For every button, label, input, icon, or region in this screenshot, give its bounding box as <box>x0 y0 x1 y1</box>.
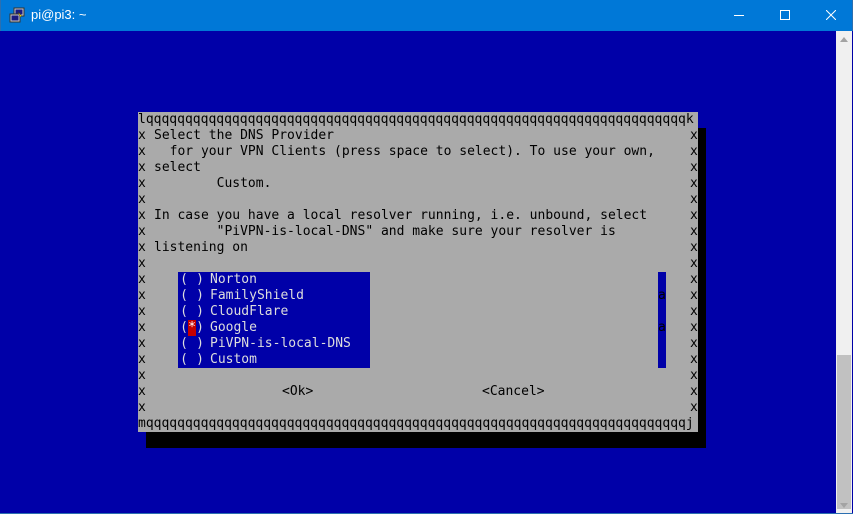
list-scroll-marker: a <box>658 288 666 303</box>
minimize-icon <box>734 15 744 16</box>
close-icon <box>826 10 836 20</box>
radio-button[interactable] <box>188 352 196 368</box>
dialog-border-left: x <box>138 224 146 239</box>
dialog-border-left: x <box>138 288 146 303</box>
dialog-border-right: x <box>690 256 698 271</box>
dialog-border-left: x <box>138 320 146 335</box>
dialog-border-left: x <box>138 400 146 415</box>
close-button[interactable] <box>808 0 853 31</box>
dialog-border-top: lqqqqqqqqqqqqqqqqqqqqqqqqqqqqqqqqqqqqqqq… <box>138 112 694 127</box>
dialog-border-right: x <box>690 192 698 207</box>
maximize-button[interactable] <box>762 0 808 31</box>
cancel-button[interactable]: <Cancel> <box>482 384 545 400</box>
dialog-border-left: x <box>138 240 146 255</box>
dialog-border-right: x <box>690 368 698 383</box>
dialog-border-right: x <box>690 208 698 223</box>
scroll-up-icon[interactable] <box>840 37 848 42</box>
radio-button[interactable] <box>188 336 196 352</box>
dialog-border-right: x <box>690 400 698 415</box>
dialog-border-left: x <box>138 272 146 287</box>
dialog-text-line: listening on <box>154 240 248 255</box>
scroll-down-icon[interactable] <box>840 503 848 508</box>
maximize-icon <box>780 10 790 20</box>
option-cloudflare[interactable]: ( ) CloudFlare <box>180 304 368 320</box>
dialog-border-left: x <box>138 128 146 143</box>
radio-button[interactable] <box>188 304 196 320</box>
dns-provider-list[interactable]: ( ) Norton ( ) FamilyShield ( ) CloudFla… <box>178 272 370 368</box>
dialog-text-line: select <box>154 160 201 175</box>
dialog-border-right: x <box>690 144 698 159</box>
dialog-border-left: x <box>138 176 146 191</box>
option-familyshield[interactable]: ( ) FamilyShield <box>180 288 368 304</box>
option-label: Norton <box>210 272 257 287</box>
dialog-border-right: x <box>690 352 698 367</box>
dialog-border-left: x <box>138 160 146 175</box>
list-scroll-marker: a <box>658 320 666 335</box>
option-label: Custom <box>210 352 257 367</box>
dialog-border-left: x <box>138 336 146 351</box>
dialog-border-right: x <box>690 176 698 191</box>
radio-button[interactable] <box>188 288 196 304</box>
dialog-border-left: x <box>138 304 146 319</box>
dialog-border-bottom: mqqqqqqqqqqqqqqqqqqqqqqqqqqqqqqqqqqqqqqq… <box>138 416 694 431</box>
dialog-border-right: x <box>690 384 698 399</box>
dialog-border-left: x <box>138 144 146 159</box>
dialog-text-line: In case you have a local resolver runnin… <box>154 208 648 223</box>
dialog-text-line: Select the DNS Provider <box>154 128 335 143</box>
scroll-thumb[interactable] <box>837 355 851 509</box>
dialog-border-left: x <box>138 384 146 399</box>
dialog-border-right: x <box>690 320 698 335</box>
option-custom[interactable]: ( ) Custom <box>180 352 368 368</box>
minimize-button[interactable] <box>716 0 762 31</box>
radio-button-selected[interactable]: * <box>188 320 196 336</box>
window-title: pi@pi3: ~ <box>31 7 87 22</box>
dialog-border-left: x <box>138 208 146 223</box>
option-google[interactable]: (*) Google <box>180 320 368 336</box>
dialog-border-right: x <box>690 304 698 319</box>
dialog-shadow <box>146 432 706 448</box>
dialog-border-right: x <box>690 224 698 239</box>
dialog-border-right: x <box>690 240 698 255</box>
option-norton[interactable]: ( ) Norton <box>180 272 368 288</box>
dialog-border-left: x <box>138 256 146 271</box>
option-pivpn-local-dns[interactable]: ( ) PiVPN-is-local-DNS <box>180 336 368 352</box>
dialog-border-right: x <box>690 128 698 143</box>
option-label: Google <box>210 320 257 335</box>
terminal-scrollbar[interactable] <box>836 31 852 513</box>
dialog-border-right: x <box>690 272 698 287</box>
ok-button[interactable]: <Ok> <box>282 384 313 400</box>
dialog-border-right: x <box>690 160 698 175</box>
option-label: PiVPN-is-local-DNS <box>210 336 351 351</box>
option-label: CloudFlare <box>210 304 289 319</box>
dialog-border-right: x <box>690 336 698 351</box>
dialog-border-right: x <box>690 288 698 303</box>
putty-icon[interactable] <box>9 7 25 23</box>
option-label: FamilyShield <box>210 288 304 303</box>
dialog-border-left: x <box>138 352 146 367</box>
window-titlebar[interactable]: pi@pi3: ~ <box>0 0 853 31</box>
dialog-text-line: "PiVPN-is-local-DNS" and make sure your … <box>154 224 616 239</box>
dns-provider-dialog: lqqqqqqqqqqqqqqqqqqqqqqqqqqqqqqqqqqqqqqq… <box>138 112 698 432</box>
dialog-shadow <box>697 128 706 448</box>
dialog-text-line: Custom. <box>154 176 272 191</box>
dialog-border-left: x <box>138 368 146 383</box>
radio-button[interactable] <box>188 272 196 288</box>
dialog-border-left: x <box>138 192 146 207</box>
dialog-text-line: for your VPN Clients (press space to sel… <box>154 144 655 159</box>
